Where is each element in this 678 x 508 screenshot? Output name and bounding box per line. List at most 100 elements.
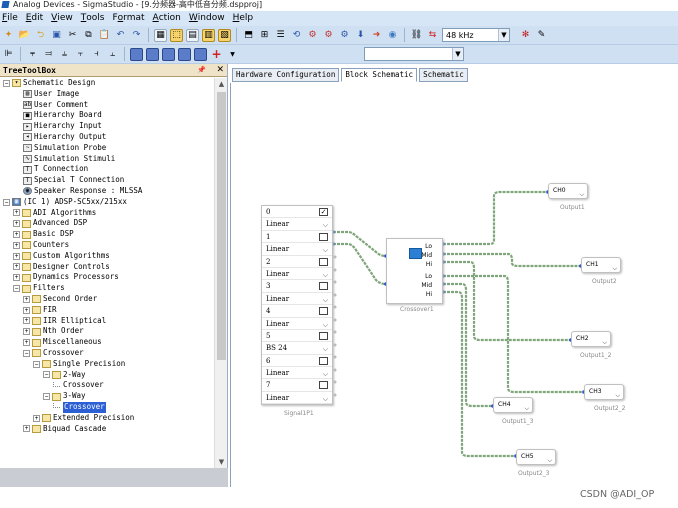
- tree-item[interactable]: + FIR: [0, 305, 214, 316]
- menu-view[interactable]: View: [51, 11, 73, 26]
- copy-icon[interactable]: ⧉: [82, 29, 95, 42]
- channel-mode-select[interactable]: Linear ⌵: [262, 392, 332, 405]
- link-compile-download-icon[interactable]: ⚙: [322, 29, 335, 42]
- channel-checkbox[interactable]: [319, 282, 328, 291]
- cut-icon[interactable]: ✂: [66, 29, 79, 42]
- connect-icon[interactable]: ⟲: [290, 29, 303, 42]
- tree-item[interactable]: − 2-Way: [0, 370, 214, 381]
- menu-window[interactable]: Window: [189, 11, 225, 26]
- chevron-down-icon[interactable]: ▼: [226, 48, 239, 61]
- menu-file[interactable]: File: [2, 11, 18, 26]
- channel-checkbox[interactable]: [319, 232, 328, 241]
- color-c-icon[interactable]: [162, 47, 175, 61]
- tree-item[interactable]: + Advanced DSP: [0, 218, 214, 229]
- tree-item[interactable]: + Dynamics Processors: [0, 272, 214, 283]
- tree-item[interactable]: + Custom Algorithms: [0, 251, 214, 262]
- tree-item[interactable]: ◉ Speaker Response : MLSSA: [0, 186, 214, 197]
- color-e-icon[interactable]: [194, 47, 207, 61]
- expand-icon[interactable]: +: [13, 274, 20, 282]
- tree-item[interactable]: ab User Comment: [0, 100, 214, 111]
- tree-item[interactable]: + Extended Precision: [0, 413, 214, 424]
- save-icon[interactable]: ▣: [50, 29, 63, 42]
- open-file-icon[interactable]: 📂: [18, 29, 31, 42]
- tree-item[interactable]: + Biquad Cascade: [0, 424, 214, 435]
- tree-item[interactable]: − Filters: [0, 283, 214, 294]
- output-block[interactable]: CH0 ⌵: [548, 183, 588, 199]
- expand-icon[interactable]: +: [23, 328, 30, 336]
- scroll-down-icon[interactable]: ▼: [215, 456, 228, 468]
- grid-icon[interactable]: ▦: [154, 28, 167, 42]
- align-top-icon[interactable]: ⫧: [26, 48, 39, 61]
- expand-icon[interactable]: +: [23, 425, 30, 433]
- view-icon[interactable]: ▤: [186, 28, 199, 42]
- tab-schematic[interactable]: Schematic: [419, 68, 468, 82]
- tools-icon[interactable]: ✎: [535, 29, 548, 42]
- tree-item[interactable]: ◂ Hierarchy Output: [0, 132, 214, 143]
- collapse-icon[interactable]: −: [33, 360, 40, 368]
- collapse-icon[interactable]: −: [3, 79, 10, 87]
- output-block[interactable]: CH3 ⌵: [584, 384, 624, 400]
- zoom-select[interactable]: ▼: [364, 47, 464, 61]
- select-mode-icon[interactable]: ⬚: [170, 28, 183, 42]
- channel-mode-select[interactable]: Linear ⌵: [262, 268, 332, 281]
- expand-icon[interactable]: +: [23, 306, 30, 314]
- expand-icon[interactable]: +: [13, 220, 20, 228]
- tree-item[interactable]: Crossover: [0, 380, 214, 391]
- new-file-icon[interactable]: ✦: [2, 29, 15, 42]
- tree-item[interactable]: ■ Hierarchy Board: [0, 110, 214, 121]
- tree-item[interactable]: − ▾ Schematic Design: [0, 78, 214, 89]
- tree-item[interactable]: ∿ Simulation Stimuli: [0, 154, 214, 165]
- tree-item[interactable]: + Miscellaneous: [0, 337, 214, 348]
- tree-item[interactable]: TT Connection: [0, 164, 214, 175]
- collapse-icon[interactable]: −: [13, 285, 20, 293]
- align-middle-icon[interactable]: ⫤: [42, 48, 55, 61]
- channel-checkbox[interactable]: [319, 307, 328, 316]
- list-icon[interactable]: ☰: [274, 29, 287, 42]
- output-block[interactable]: CH4 ⌵: [493, 397, 533, 413]
- expand-icon[interactable]: +: [13, 231, 20, 239]
- channel-mode-select[interactable]: Linear ⌵: [262, 243, 332, 256]
- tree-item[interactable]: + Counters: [0, 240, 214, 251]
- tab-block-schematic[interactable]: Block Schematic: [341, 68, 418, 82]
- download-icon[interactable]: ⬇: [354, 29, 367, 42]
- channel-checkbox[interactable]: ✓: [319, 208, 328, 216]
- output-block[interactable]: CH5 ⌵: [516, 449, 556, 465]
- compile-icon[interactable]: ⚙: [338, 29, 351, 42]
- collapse-icon[interactable]: −: [23, 349, 30, 357]
- channel-mode-select[interactable]: Linear ⌵: [262, 293, 332, 306]
- tree-item[interactable]: + Second Order: [0, 294, 214, 305]
- tree-item[interactable]: − Crossover: [0, 348, 214, 359]
- redo-icon[interactable]: ↷: [130, 29, 143, 42]
- network-icon[interactable]: ⛓: [410, 29, 423, 42]
- tree-item[interactable]: T Special T Connection: [0, 175, 214, 186]
- chevron-down-icon[interactable]: ⌵: [612, 262, 617, 276]
- align-icon[interactable]: ⬒: [242, 29, 255, 42]
- channel-mode-select[interactable]: Linear ⌵: [262, 367, 332, 380]
- expand-icon[interactable]: +: [13, 241, 20, 249]
- channel-checkbox[interactable]: [319, 381, 328, 390]
- settings-icon[interactable]: ✻: [519, 29, 532, 42]
- menu-format[interactable]: Format: [112, 11, 144, 26]
- tree-item[interactable]: + Basic DSP: [0, 229, 214, 240]
- close-icon[interactable]: ✕: [216, 65, 224, 75]
- channel-mode-select[interactable]: Linear ⌵: [262, 318, 332, 330]
- tree-item[interactable]: − 3-Way: [0, 391, 214, 402]
- sample-rate-select[interactable]: 48 kHz ▼: [442, 28, 510, 42]
- menu-tools[interactable]: Tools: [81, 11, 105, 26]
- block-icon[interactable]: ⊞: [258, 29, 271, 42]
- expand-icon[interactable]: +: [13, 252, 20, 260]
- color-a-icon[interactable]: [130, 47, 143, 61]
- color-d-icon[interactable]: [178, 47, 191, 61]
- scroll-thumb[interactable]: [217, 92, 226, 360]
- menu-edit[interactable]: Edit: [26, 11, 43, 26]
- scroll-up-icon[interactable]: ▲: [215, 78, 228, 90]
- collapse-icon[interactable]: −: [43, 371, 50, 379]
- expand-icon[interactable]: +: [13, 263, 20, 271]
- tree-item[interactable]: ▸ Hierarchy Input: [0, 121, 214, 132]
- channel-mode-select[interactable]: Linear ⌵: [262, 218, 332, 231]
- probe-tool-icon[interactable]: ◉: [386, 29, 399, 42]
- channel-checkbox[interactable]: [319, 257, 328, 266]
- layout-icon[interactable]: ▧: [218, 28, 231, 42]
- add-icon[interactable]: +: [210, 47, 223, 61]
- expand-icon[interactable]: +: [23, 317, 30, 325]
